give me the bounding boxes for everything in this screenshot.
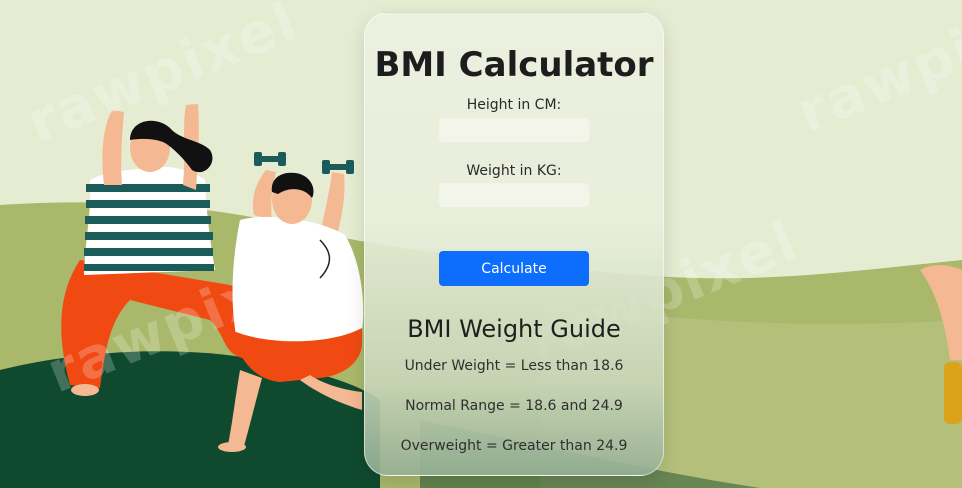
guide-item-underweight: Under Weight = Less than 18.6	[404, 358, 624, 374]
weight-label: Weight in KG:	[466, 163, 562, 179]
guide-item-overweight: Overweight = Greater than 24.9	[400, 438, 628, 454]
height-input[interactable]	[439, 118, 589, 142]
calculate-button[interactable]: Calculate	[439, 251, 589, 286]
height-label: Height in CM:	[466, 97, 562, 113]
page-title: BMI Calculator	[374, 45, 654, 85]
weight-input[interactable]	[439, 183, 589, 207]
bmi-calculator-card: BMI Calculator Height in CM: Weight in K…	[364, 12, 664, 476]
guide-item-normal: Normal Range = 18.6 and 24.9	[405, 398, 623, 414]
guide-title: BMI Weight Guide	[407, 315, 621, 343]
